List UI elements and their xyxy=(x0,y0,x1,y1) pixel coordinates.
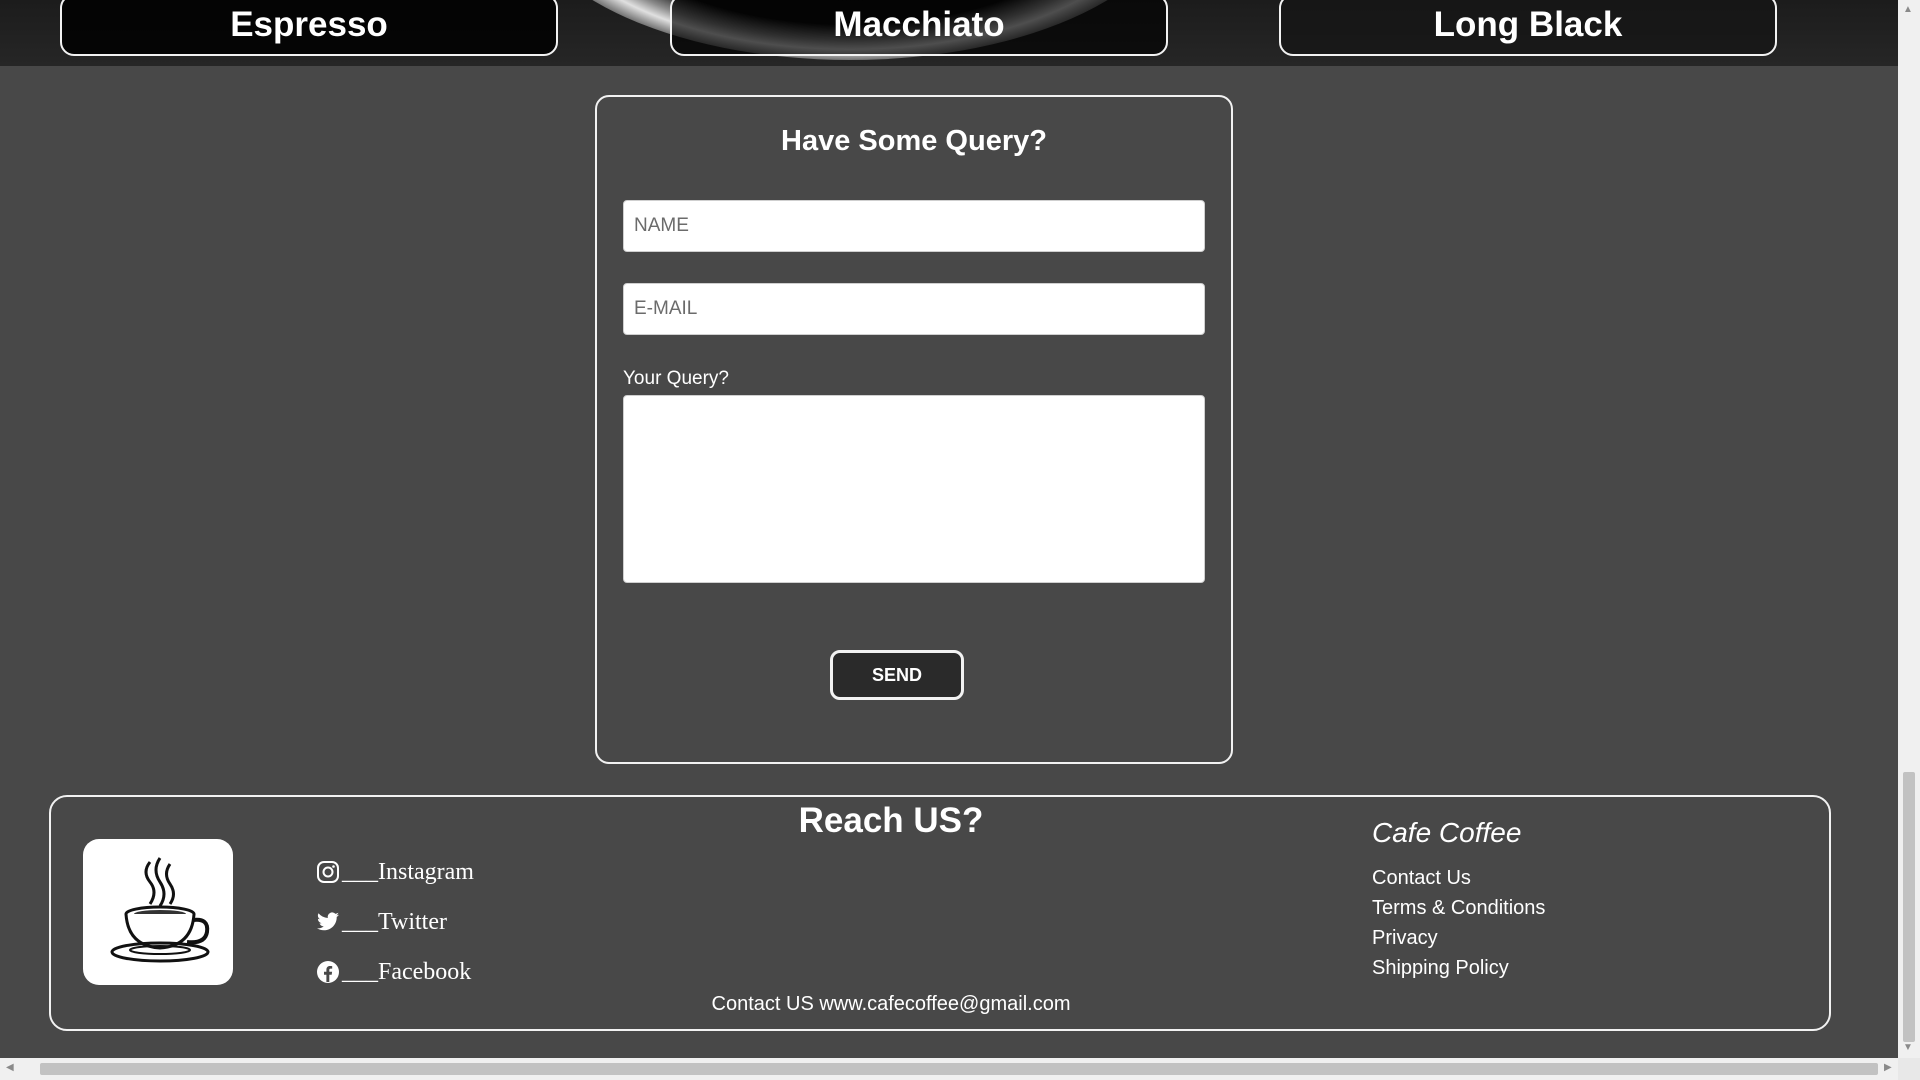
vertical-scrollbar[interactable]: ▲ ▼ xyxy=(1898,0,1920,1080)
logo xyxy=(83,839,233,985)
footer-link-contact-us[interactable]: Contact Us xyxy=(1372,863,1545,893)
coffee-card-label: Espresso xyxy=(230,5,388,44)
email-input[interactable] xyxy=(623,283,1205,335)
contact-email-line: Contact US www.cafecoffee@gmail.com xyxy=(711,993,1071,1015)
query-form: Have Some Query? Your Query? SEND xyxy=(595,95,1233,764)
scrollbar-corner xyxy=(1898,1058,1920,1080)
coffee-card-long-black[interactable]: Long Black xyxy=(1279,0,1777,56)
social-link-label: ___Facebook xyxy=(342,958,472,985)
query-label: Your Query? xyxy=(623,368,729,389)
footer-link-terms[interactable]: Terms & Conditions xyxy=(1372,893,1545,923)
coffee-cup-icon xyxy=(110,857,210,963)
scroll-right-arrow-icon[interactable]: ▶ xyxy=(1884,1062,1892,1073)
brand-name: Cafe Coffee xyxy=(1372,817,1522,848)
scroll-up-arrow-icon[interactable]: ▲ xyxy=(1903,4,1913,15)
facebook-icon xyxy=(314,958,342,986)
social-link-twitter[interactable]: ___Twitter xyxy=(314,897,474,947)
footer-link-privacy[interactable]: Privacy xyxy=(1372,923,1545,953)
footer-link-shipping-policy[interactable]: Shipping Policy xyxy=(1372,953,1545,983)
query-textarea[interactable] xyxy=(623,395,1205,583)
social-links: ___Instagram ___Twitter ___Facebook xyxy=(314,847,474,997)
social-link-facebook[interactable]: ___Facebook xyxy=(314,947,474,997)
scroll-down-arrow-icon[interactable]: ▼ xyxy=(1903,1042,1913,1053)
horizontal-scrollbar[interactable]: ◀ ▶ xyxy=(0,1058,1898,1080)
social-link-label: ___Twitter xyxy=(342,908,447,935)
scroll-left-arrow-icon[interactable]: ◀ xyxy=(6,1062,14,1073)
instagram-icon xyxy=(314,858,342,886)
vertical-scroll-thumb[interactable] xyxy=(1903,772,1915,1042)
footer-links: Contact Us Terms & Conditions Privacy Sh… xyxy=(1372,863,1545,983)
send-button[interactable]: SEND xyxy=(830,650,964,700)
coffee-card-label: Macchiato xyxy=(833,5,1005,44)
name-input[interactable] xyxy=(623,200,1205,252)
coffee-menu-strip: Espresso Macchiato Long Black xyxy=(0,0,1898,66)
horizontal-scroll-thumb[interactable] xyxy=(40,1063,1878,1075)
social-link-label: ___Instagram xyxy=(342,858,474,885)
twitter-icon xyxy=(314,908,342,936)
query-form-title: Have Some Query? xyxy=(781,125,1047,157)
coffee-card-espresso[interactable]: Espresso xyxy=(60,0,558,56)
coffee-card-label: Long Black xyxy=(1433,5,1623,44)
coffee-card-macchiato[interactable]: Macchiato xyxy=(670,0,1168,56)
social-link-instagram[interactable]: ___Instagram xyxy=(314,847,474,897)
footer: Reach US? ___Instagram ___Twitter ___Fac… xyxy=(49,795,1831,1031)
